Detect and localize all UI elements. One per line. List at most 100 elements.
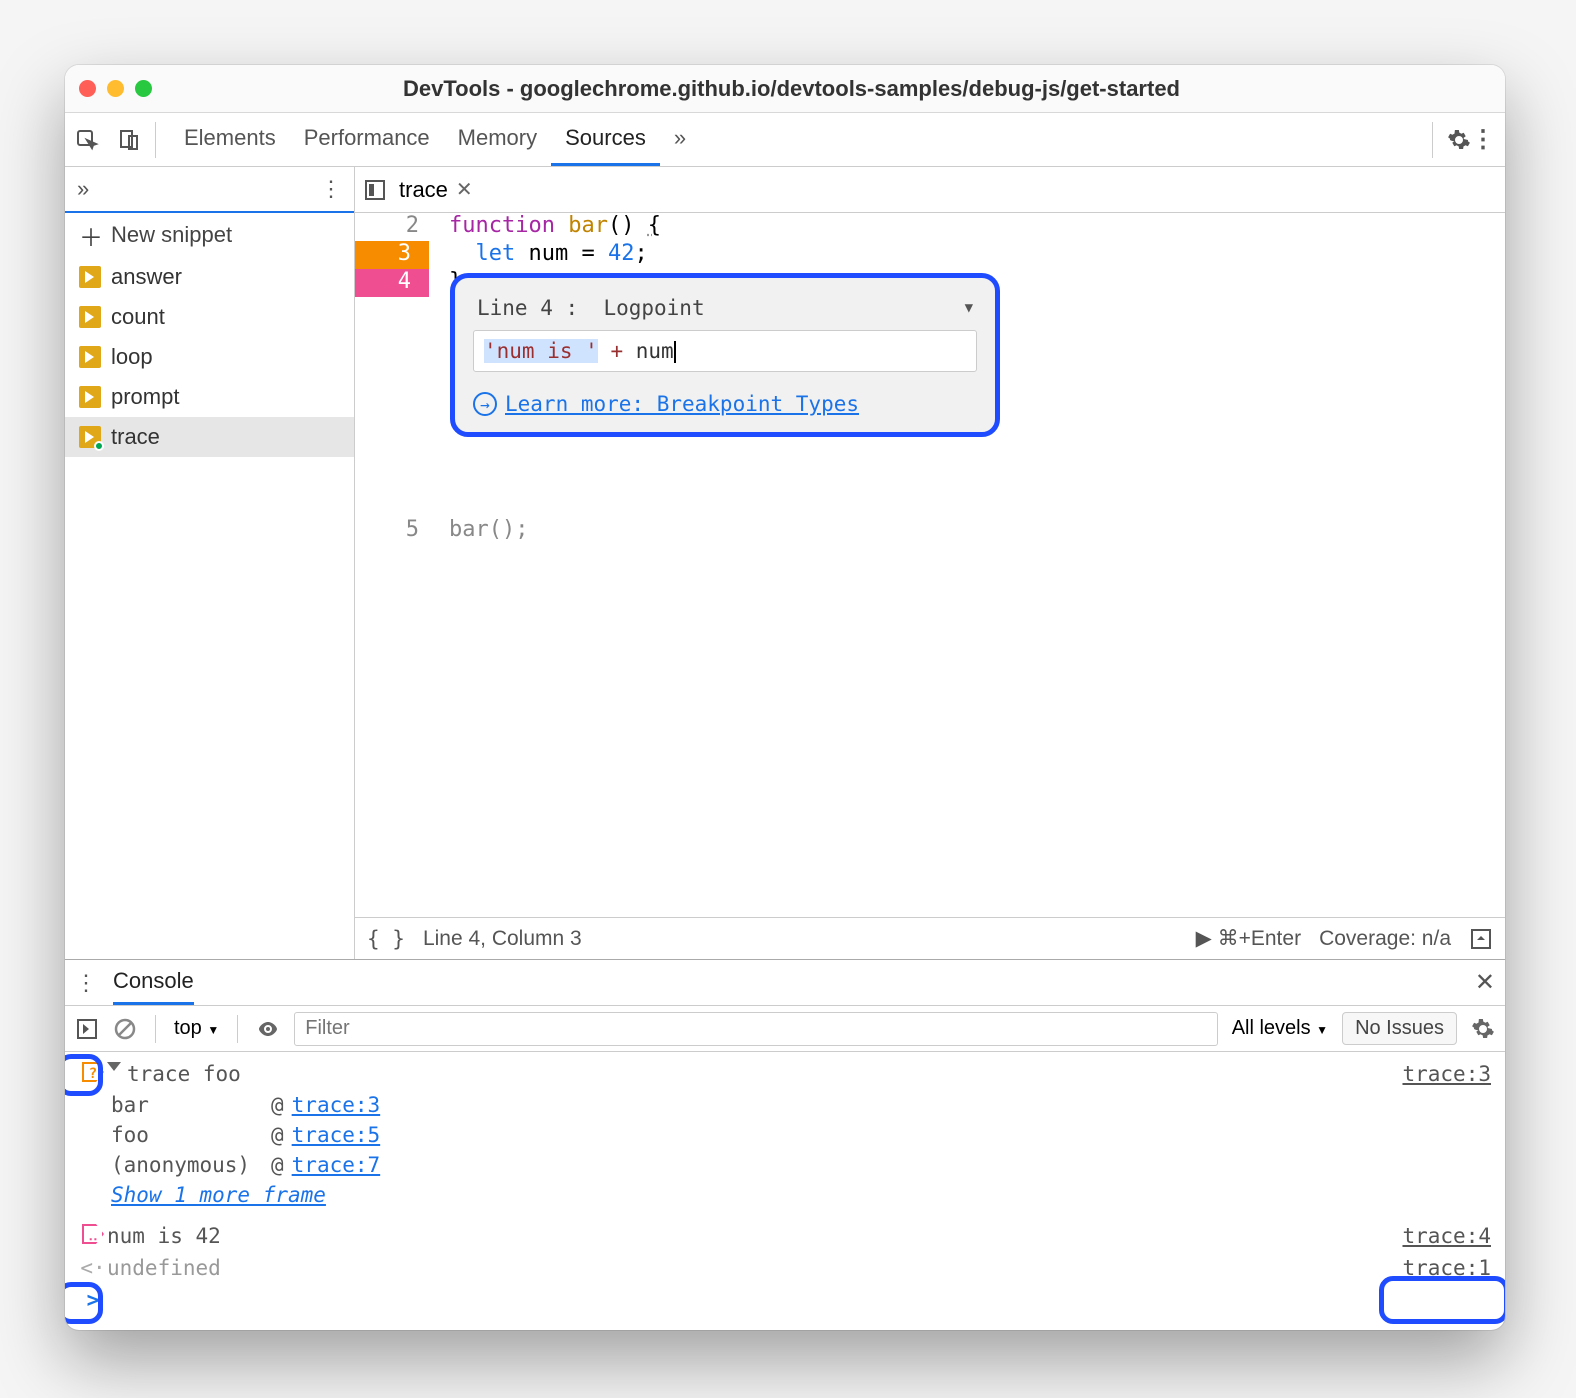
more-tabs[interactable]: » (660, 113, 700, 166)
stack-frame: bar@trace:3 (111, 1090, 1491, 1120)
chevron-down-icon: ▼ (1316, 1023, 1328, 1037)
console-prompt[interactable]: > (79, 1284, 1491, 1316)
stack-frame: (anonymous)@trace:7 (111, 1150, 1491, 1180)
source-link[interactable]: trace:3 (1402, 1062, 1491, 1086)
popover-line-label: Line 4 : (477, 296, 578, 320)
tab-console[interactable]: Console (113, 960, 194, 1005)
pretty-print-icon[interactable]: { } (367, 927, 405, 951)
console-panel: ⋮ Console ✕ top ▼ All levels ▼ No Issues… (65, 959, 1505, 1330)
snippet-icon (79, 346, 101, 368)
snippets-sidebar: » ⋮ ＋ New snippet answer count loop prom… (65, 167, 355, 959)
kebab-menu-icon[interactable]: ⋮ (1471, 125, 1495, 154)
code-area[interactable]: 2 function bar() { 3 let num = 42; 4 } L… (355, 213, 1505, 917)
minimize-window-button[interactable] (107, 80, 124, 97)
breakpoint-type-select[interactable]: Logpoint (603, 296, 704, 320)
kebab-menu-icon[interactable]: ⋮ (75, 970, 97, 996)
snippet-icon (79, 266, 101, 288)
editor-tab-trace[interactable]: trace ✕ (399, 177, 473, 203)
snippet-item-trace[interactable]: trace (65, 417, 354, 457)
chevron-down-icon[interactable]: ▼ (965, 300, 973, 316)
tab-performance[interactable]: Performance (290, 113, 444, 166)
close-icon[interactable]: ✕ (456, 177, 473, 202)
separator (155, 122, 156, 158)
close-icon[interactable]: ✕ (1475, 968, 1495, 997)
console-message: trace foo (127, 1062, 241, 1086)
line-number-conditional-bp[interactable]: 3 (355, 241, 429, 269)
toggle-sidebar-icon[interactable] (1469, 927, 1493, 951)
code-editor: trace ✕ 2 function bar() { 3 let num = 4… (355, 167, 1505, 959)
console-entry-trace[interactable]: ? trace foo trace:3 (79, 1058, 1491, 1090)
code-line: bar(); (429, 517, 528, 545)
devtools-toolbar: Elements Performance Memory Sources » ⋮ (65, 113, 1505, 167)
trace-marker-icon: ? (82, 1062, 104, 1082)
toggle-sidebar-icon[interactable] (75, 1017, 99, 1041)
log-levels-select[interactable]: All levels ▼ (1232, 1017, 1328, 1040)
arrow-circle-icon (473, 392, 497, 416)
snippet-item-answer[interactable]: answer (65, 257, 354, 297)
plus-icon: ＋ (79, 218, 103, 253)
snippet-item-prompt[interactable]: prompt (65, 377, 354, 417)
stack-link[interactable]: trace:5 (292, 1123, 381, 1147)
line-number-logpoint[interactable]: 4 (355, 269, 429, 297)
filter-input[interactable] (294, 1012, 1217, 1046)
context-selector[interactable]: top ▼ (174, 1017, 219, 1040)
toggle-navigator-icon[interactable] (365, 180, 385, 200)
live-expression-icon[interactable] (256, 1017, 280, 1041)
run-snippet-button[interactable]: ▶ ⌘+Enter (1196, 926, 1301, 951)
logpoint-marker-icon: ‥ (82, 1224, 104, 1244)
code-line: let num = 42; (429, 241, 648, 269)
more-sidebar-tabs[interactable]: » (77, 176, 89, 202)
stack-frame: foo@trace:5 (111, 1120, 1491, 1150)
console-message: undefined (107, 1256, 221, 1280)
coverage-status: Coverage: n/a (1319, 927, 1451, 951)
snippets-list: answer count loop prompt trace (65, 257, 354, 959)
tab-elements[interactable]: Elements (170, 113, 290, 166)
device-toggle-icon[interactable] (117, 128, 141, 152)
source-link[interactable]: trace:4 (1402, 1224, 1491, 1248)
cursor-position: Line 4, Column 3 (423, 927, 582, 951)
breakpoint-editor-popover: Line 4 : Logpoint ▼ 'num is ' + num Lear… (450, 273, 1000, 437)
snippet-icon (79, 306, 101, 328)
line-number[interactable]: 2 (355, 213, 429, 241)
new-snippet-label: New snippet (111, 222, 232, 248)
inspect-icon[interactable] (75, 128, 99, 152)
editor-statusbar: { } Line 4, Column 3 ▶ ⌘+Enter Coverage:… (355, 917, 1505, 959)
snippet-icon (79, 426, 101, 448)
issues-button[interactable]: No Issues (1342, 1012, 1457, 1045)
modified-dot-icon (94, 441, 104, 451)
console-output: ? trace foo trace:3 bar@trace:3 foo@trac… (65, 1052, 1505, 1330)
sources-pane: » ⋮ ＋ New snippet answer count loop prom… (65, 167, 1505, 959)
drawer-tabs: ⋮ Console ✕ (65, 960, 1505, 1006)
stack-trace: bar@trace:3 foo@trace:5 (anonymous)@trac… (79, 1090, 1491, 1210)
clear-console-icon[interactable] (113, 1017, 137, 1041)
snippet-item-loop[interactable]: loop (65, 337, 354, 377)
separator (1432, 122, 1433, 158)
show-more-frames-link[interactable]: Show 1 more frame (111, 1183, 326, 1207)
learn-more-link[interactable]: Learn more: Breakpoint Types (473, 392, 977, 416)
zoom-window-button[interactable] (135, 80, 152, 97)
expand-chevron-icon[interactable] (107, 1062, 121, 1071)
titlebar: DevTools - googlechrome.github.io/devtoo… (65, 65, 1505, 113)
chevron-down-icon: ▼ (207, 1023, 219, 1037)
stack-link[interactable]: trace:3 (292, 1093, 381, 1117)
return-caret-icon: <· (79, 1256, 107, 1280)
console-message: num is 42 (107, 1224, 221, 1248)
close-window-button[interactable] (79, 80, 96, 97)
console-entry-logpoint[interactable]: ‥ num is 42 trace:4 (79, 1220, 1491, 1252)
logpoint-expression-input[interactable]: 'num is ' + num (473, 330, 977, 372)
devtools-window: DevTools - googlechrome.github.io/devtoo… (65, 65, 1505, 1330)
prompt-caret-icon: > (79, 1288, 107, 1312)
stack-link[interactable]: trace:7 (292, 1153, 381, 1177)
new-snippet-button[interactable]: ＋ New snippet (65, 213, 354, 257)
tab-sources[interactable]: Sources (551, 113, 660, 166)
console-entry-return: <· undefined trace:1 (79, 1252, 1491, 1284)
editor-tab-label: trace (399, 177, 448, 203)
kebab-menu-icon[interactable]: ⋮ (320, 176, 342, 202)
tab-memory[interactable]: Memory (444, 113, 551, 166)
gear-icon[interactable] (1471, 1017, 1495, 1041)
snippet-item-count[interactable]: count (65, 297, 354, 337)
source-link[interactable]: trace:1 (1402, 1256, 1491, 1280)
line-number[interactable]: 5 (355, 517, 429, 545)
gear-icon[interactable] (1447, 128, 1471, 152)
learn-more-label: Learn more: Breakpoint Types (505, 392, 859, 416)
